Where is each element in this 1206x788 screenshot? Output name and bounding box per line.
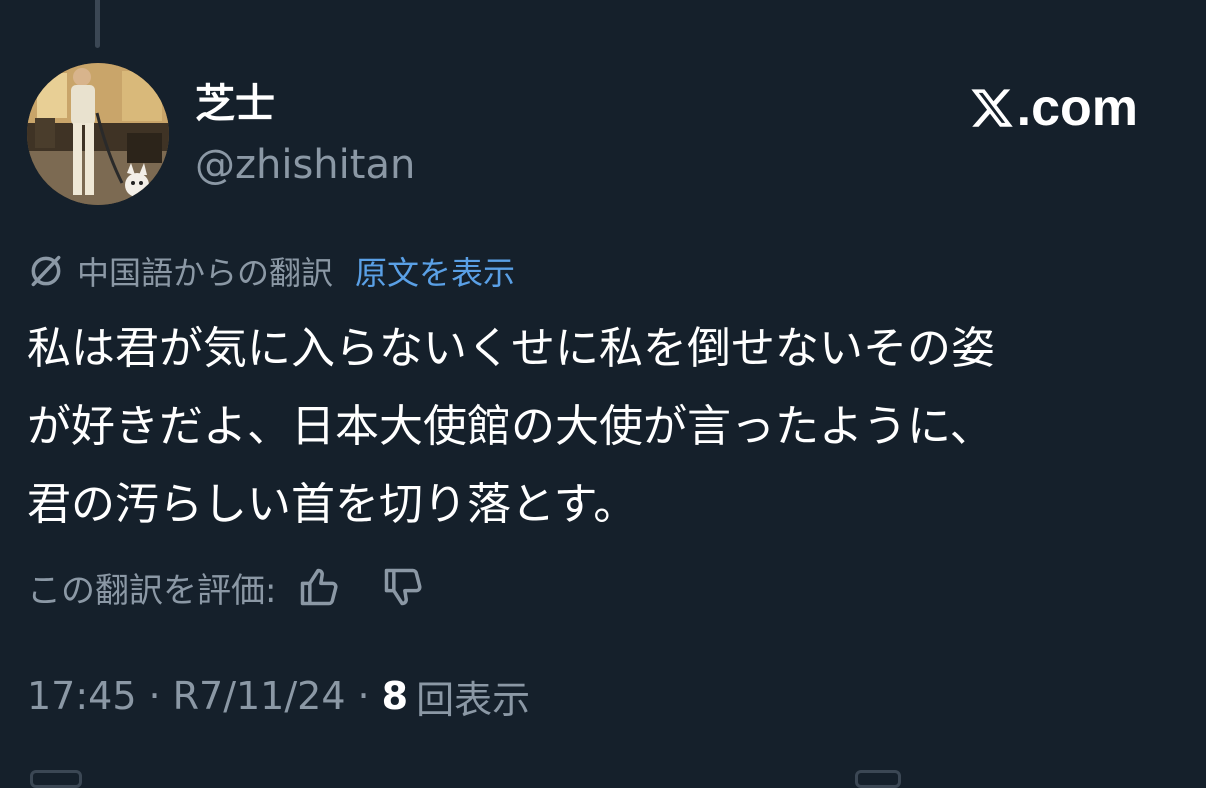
brand-text: .com [1016, 79, 1138, 137]
avatar[interactable] [27, 63, 169, 205]
translation-notice: 中国語からの翻訳 原文を表示 [27, 247, 515, 295]
views-label: 回表示 [416, 677, 531, 722]
views-count: 8 [381, 674, 409, 718]
post-text: 私は君が気に入らないくせに私を倒せないその姿 が好きだよ、日本大使館の大使が言っ… [27, 323, 995, 530]
thumbs-up-button[interactable] [296, 564, 342, 610]
translation-label: 中国語からの翻訳 [77, 254, 334, 292]
bookmark-icon-partial[interactable] [855, 770, 901, 788]
author-handle[interactable]: @zhishitan [195, 140, 415, 190]
globe-slash-icon [31, 255, 61, 287]
thumbs-down-icon [385, 568, 422, 606]
rating-label: この翻訳を評価: [27, 570, 277, 611]
show-original-link[interactable]: 原文を表示 [355, 248, 515, 294]
translation-rating: この翻訳を評価: [27, 562, 426, 612]
post-metadata: 17:45 · R7/11/24 · 8 回表示 [27, 668, 530, 724]
thumbs-down-button[interactable] [380, 564, 426, 610]
brand-watermark: .com [969, 78, 1138, 138]
author-display-name[interactable]: 芝士 [195, 80, 275, 128]
meta-separator: · [148, 674, 161, 718]
meta-separator: · [357, 674, 370, 718]
avatar-image [27, 63, 169, 205]
post-date[interactable]: R7/11/24 [173, 674, 346, 718]
reply-icon-partial[interactable] [30, 770, 82, 788]
post-time[interactable]: 17:45 [27, 674, 137, 718]
thread-connector-line [95, 0, 100, 48]
thumbs-up-icon [301, 568, 338, 606]
x-logo-icon [971, 89, 1013, 127]
